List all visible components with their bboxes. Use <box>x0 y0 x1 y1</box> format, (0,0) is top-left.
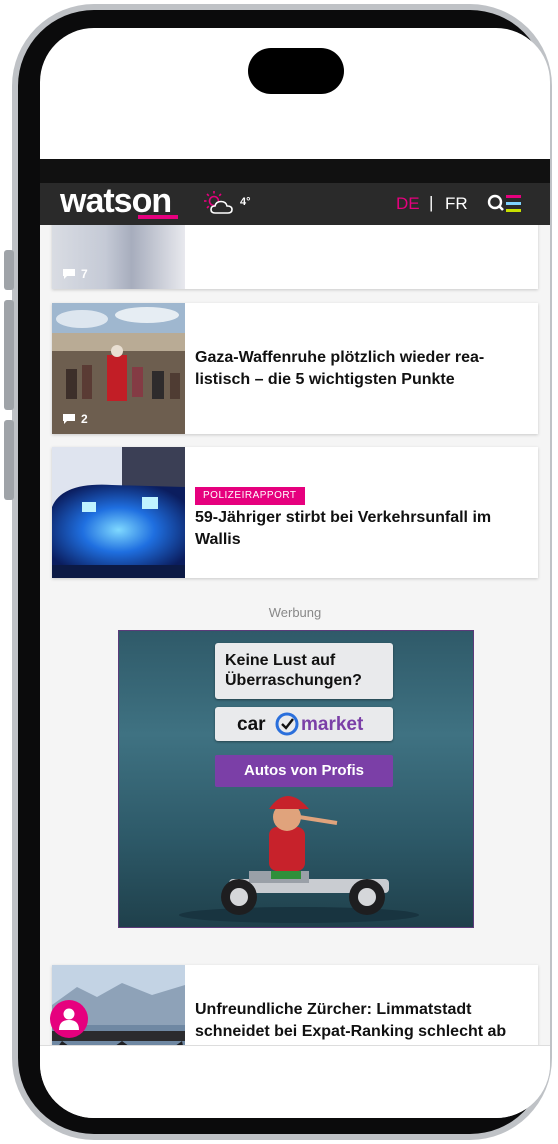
article-title: Gaza-Waffenruhe plötzlich wieder rea-lis… <box>195 349 485 388</box>
svg-text:market: market <box>301 714 364 735</box>
ad-brand-logo: car market <box>215 707 393 741</box>
phone-screen: watson 4° DE | FR 7 2 Gaza-Waffenruhe pl… <box>40 28 550 1118</box>
logo-underline <box>138 215 178 219</box>
phone-side-button <box>4 420 14 500</box>
article-title: Unfreundliche Zürcher: Limmatstadt schne… <box>195 1001 507 1040</box>
sun-cloud-icon[interactable] <box>202 189 238 217</box>
status-strip <box>40 159 550 183</box>
browser-bottom-area <box>40 1045 550 1118</box>
article-thumbnail: 7 <box>52 225 185 289</box>
search-menu-icon[interactable] <box>486 191 524 217</box>
temperature-label: 4° <box>240 196 251 208</box>
phone-side-button <box>4 300 14 410</box>
article-card[interactable]: POLIZEIRAPPORT 59-Jähriger stirbt bei Ve… <box>52 447 538 578</box>
dynamic-island <box>248 48 344 94</box>
lang-fr-link[interactable]: FR <box>445 194 468 214</box>
comment-icon <box>63 269 75 279</box>
article-thumbnail <box>52 447 185 578</box>
lang-separator: | <box>429 193 434 212</box>
phone-side-button <box>4 250 14 290</box>
article-thumbnail: 2 <box>52 303 185 434</box>
ad-cta-button[interactable]: Autos von Profis <box>215 755 393 787</box>
article-feed: 7 2 Gaza-Waffenruhe plötzlich wieder rea… <box>40 225 550 1045</box>
ad-label: Werbung <box>268 605 322 620</box>
car-market-logo: car market <box>237 712 364 736</box>
comment-count: 2 <box>62 412 88 426</box>
article-title: 59-Jähriger stirbt bei Verkehrsunfall im… <box>195 509 492 548</box>
category-tag[interactable]: POLIZEIRAPPORT <box>195 487 305 505</box>
lang-de-link[interactable]: DE <box>396 194 420 214</box>
user-avatar-button[interactable] <box>50 1000 88 1038</box>
police-light-photo <box>52 447 185 578</box>
article-card[interactable]: Unfreundliche Zürcher: Limmatstadt schne… <box>52 965 538 1045</box>
svg-text:car: car <box>237 714 266 735</box>
comment-count: 7 <box>62 267 88 281</box>
user-icon <box>59 1008 79 1030</box>
article-card[interactable]: 2 Gaza-Waffenruhe plötzlich wieder rea-l… <box>52 303 538 434</box>
ad-headline: Keine Lust auf Überraschungen? <box>215 643 393 699</box>
site-header: watson 4° DE | FR <box>40 182 550 225</box>
ad-banner[interactable]: Keine Lust auf Überraschungen? car marke… <box>118 630 474 928</box>
ad-illustration <box>179 796 419 923</box>
comment-icon <box>63 414 75 424</box>
article-card[interactable]: 7 <box>52 225 538 289</box>
